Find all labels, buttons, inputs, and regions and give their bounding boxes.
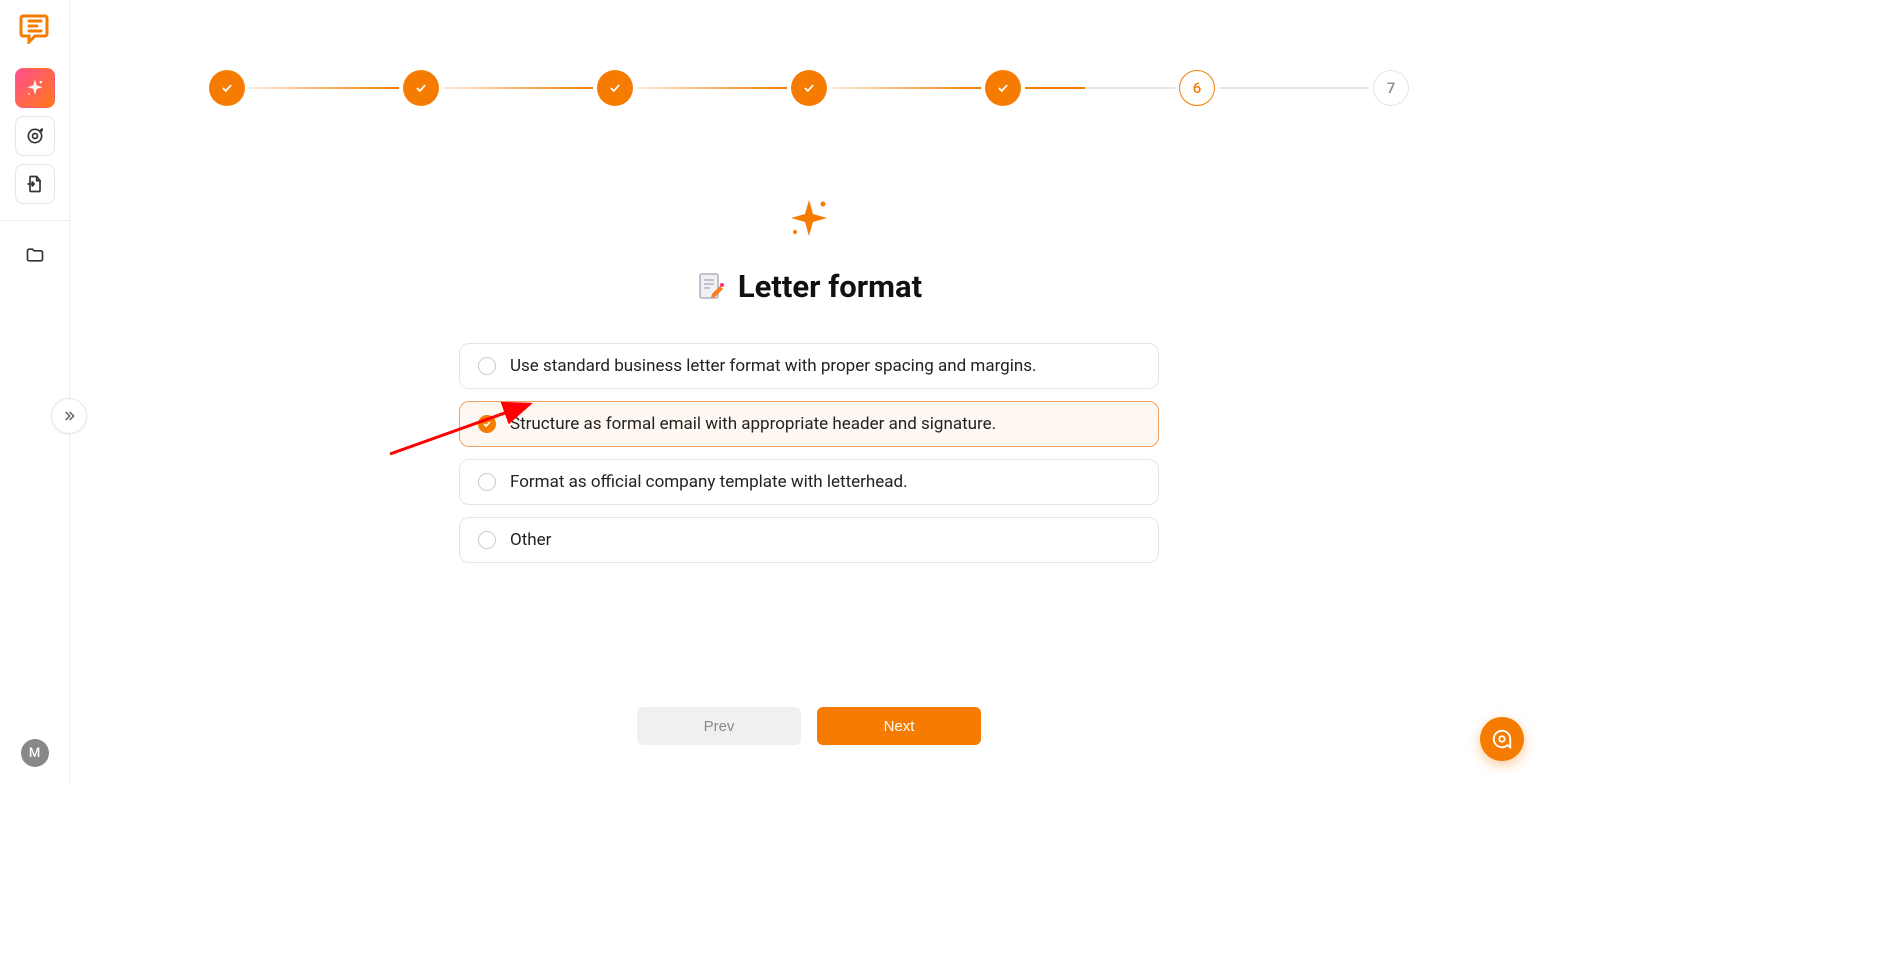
avatar-initial: M — [29, 746, 40, 761]
radio-icon — [478, 357, 496, 375]
option-company-template[interactable]: Format as official company template with… — [459, 459, 1159, 505]
document-edit-icon — [696, 272, 726, 302]
step-4[interactable] — [791, 70, 827, 106]
sidebar-item-folder[interactable] — [15, 235, 55, 275]
option-label: Format as official company template with… — [510, 472, 908, 492]
prev-button[interactable]: Prev — [637, 707, 801, 745]
radio-icon — [478, 531, 496, 549]
user-avatar[interactable]: M — [21, 739, 49, 767]
sidebar: M — [0, 0, 70, 785]
app-logo[interactable] — [19, 12, 51, 44]
option-label: Other — [510, 530, 551, 550]
sidebar-item-ai[interactable] — [15, 68, 55, 108]
step-label: 6 — [1193, 79, 1202, 97]
sidebar-divider — [0, 220, 69, 221]
options-list: Use standard business letter format with… — [459, 343, 1159, 563]
sidebar-item-import[interactable] — [15, 164, 55, 204]
step-connector — [1219, 87, 1369, 89]
progress-stepper: 6 7 — [209, 70, 1409, 106]
step-connector — [637, 87, 787, 89]
option-formal-email[interactable]: Structure as formal email with appropria… — [459, 401, 1159, 447]
step-connector — [443, 87, 593, 89]
page-title-row: Letter format — [696, 268, 922, 305]
main-content: 6 7 — [70, 0, 1548, 785]
step-2[interactable] — [403, 70, 439, 106]
app-root: M 6 — [0, 0, 1548, 785]
help-button[interactable] — [1480, 717, 1524, 761]
sidebar-item-target[interactable] — [15, 116, 55, 156]
step-7[interactable]: 7 — [1373, 70, 1409, 106]
option-label: Use standard business letter format with… — [510, 356, 1037, 376]
step-label: 7 — [1387, 79, 1396, 97]
sparkle-icon — [787, 196, 831, 240]
step-3[interactable] — [597, 70, 633, 106]
radio-icon — [478, 415, 496, 433]
step-6[interactable]: 6 — [1179, 70, 1215, 106]
step-connector — [831, 87, 981, 89]
option-label: Structure as formal email with appropria… — [510, 414, 996, 434]
step-connector — [249, 87, 399, 89]
radio-icon — [478, 473, 496, 491]
step-1[interactable] — [209, 70, 245, 106]
page-title: Letter format — [738, 268, 922, 305]
option-standard-business[interactable]: Use standard business letter format with… — [459, 343, 1159, 389]
form-footer: Prev Next — [637, 707, 981, 745]
step-5[interactable] — [985, 70, 1021, 106]
next-button[interactable]: Next — [817, 707, 981, 745]
option-other[interactable]: Other — [459, 517, 1159, 563]
step-connector — [1025, 87, 1175, 89]
form-content: Letter format Use standard business lett… — [459, 196, 1159, 563]
